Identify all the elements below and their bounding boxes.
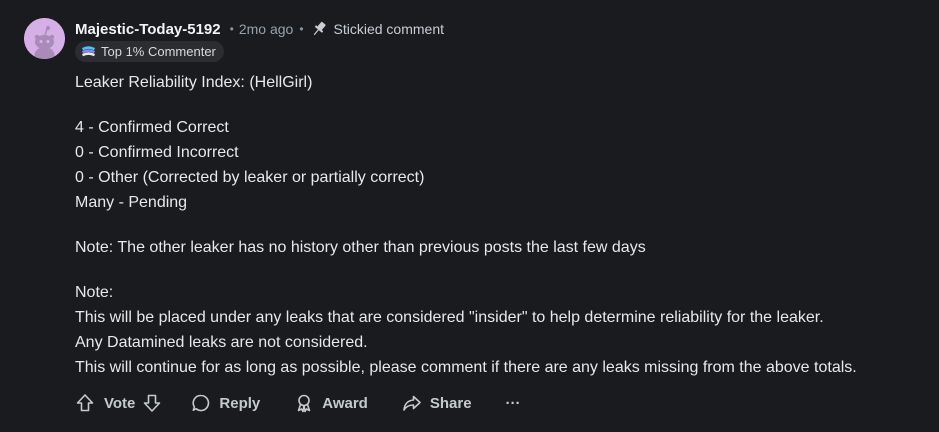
note-line: Note: — [75, 284, 114, 301]
comment-timestamp[interactable]: 2mo ago — [239, 21, 293, 37]
user-flair: Top 1% Commenter — [75, 41, 224, 62]
body-heading: Leaker Reliability Index: (HellGirl) — [75, 74, 313, 91]
share-button[interactable]: Share — [402, 393, 472, 413]
award-label: Award — [322, 394, 368, 412]
note-line: Any Datamined leaks are not considered. — [75, 334, 368, 351]
reply-button[interactable]: Reply — [191, 393, 260, 413]
author-username[interactable]: Majestic-Today-5192 — [75, 21, 221, 38]
upvote-arrow-icon[interactable] — [75, 393, 95, 413]
pin-icon — [310, 20, 328, 38]
comment-header: Majestic-Today-5192 • 2mo ago • Stickied… — [75, 18, 444, 40]
note-paragraph: Note: The other leaker has no history ot… — [75, 239, 646, 256]
commenter-badge-icon — [81, 45, 96, 58]
stat-line: 4 - Confirmed Correct — [75, 119, 229, 136]
flair-label: Top 1% Commenter — [101, 44, 216, 59]
downvote-arrow-icon[interactable] — [142, 393, 162, 413]
share-label: Share — [429, 394, 472, 412]
award-ribbon-icon — [294, 393, 314, 413]
share-arrow-icon — [402, 393, 422, 413]
vote-label: Vote — [104, 394, 136, 412]
ellipsis-icon: ··· — [505, 394, 521, 412]
stickied-label: Stickied comment — [333, 21, 444, 37]
snoo-avatar-icon — [24, 18, 65, 59]
stat-line: 0 - Other (Corrected by leaker or partia… — [75, 169, 425, 186]
more-options-button[interactable]: ··· — [506, 395, 521, 412]
note-block: Note: This will be placed under any leak… — [75, 280, 935, 380]
stat-line: 0 - Confirmed Incorrect — [75, 144, 239, 161]
comment-action-bar: Vote Reply Award Share ··· — [75, 391, 521, 415]
speech-bubble-icon — [191, 393, 211, 413]
avatar[interactable] — [24, 18, 65, 59]
note-line: This will continue for as long as possib… — [75, 359, 857, 376]
award-button[interactable]: Award — [294, 393, 368, 413]
comment-body: Leaker Reliability Index: (HellGirl) 4 -… — [75, 70, 935, 400]
note-line: This will be placed under any leaks that… — [75, 309, 824, 326]
meta-separator: • — [229, 22, 234, 36]
stats-block: 4 - Confirmed Correct 0 - Confirmed Inco… — [75, 115, 935, 215]
reply-label: Reply — [219, 394, 261, 412]
vote-control: Vote — [75, 393, 162, 413]
meta-separator: • — [299, 22, 304, 36]
stat-line: Many - Pending — [75, 194, 188, 211]
